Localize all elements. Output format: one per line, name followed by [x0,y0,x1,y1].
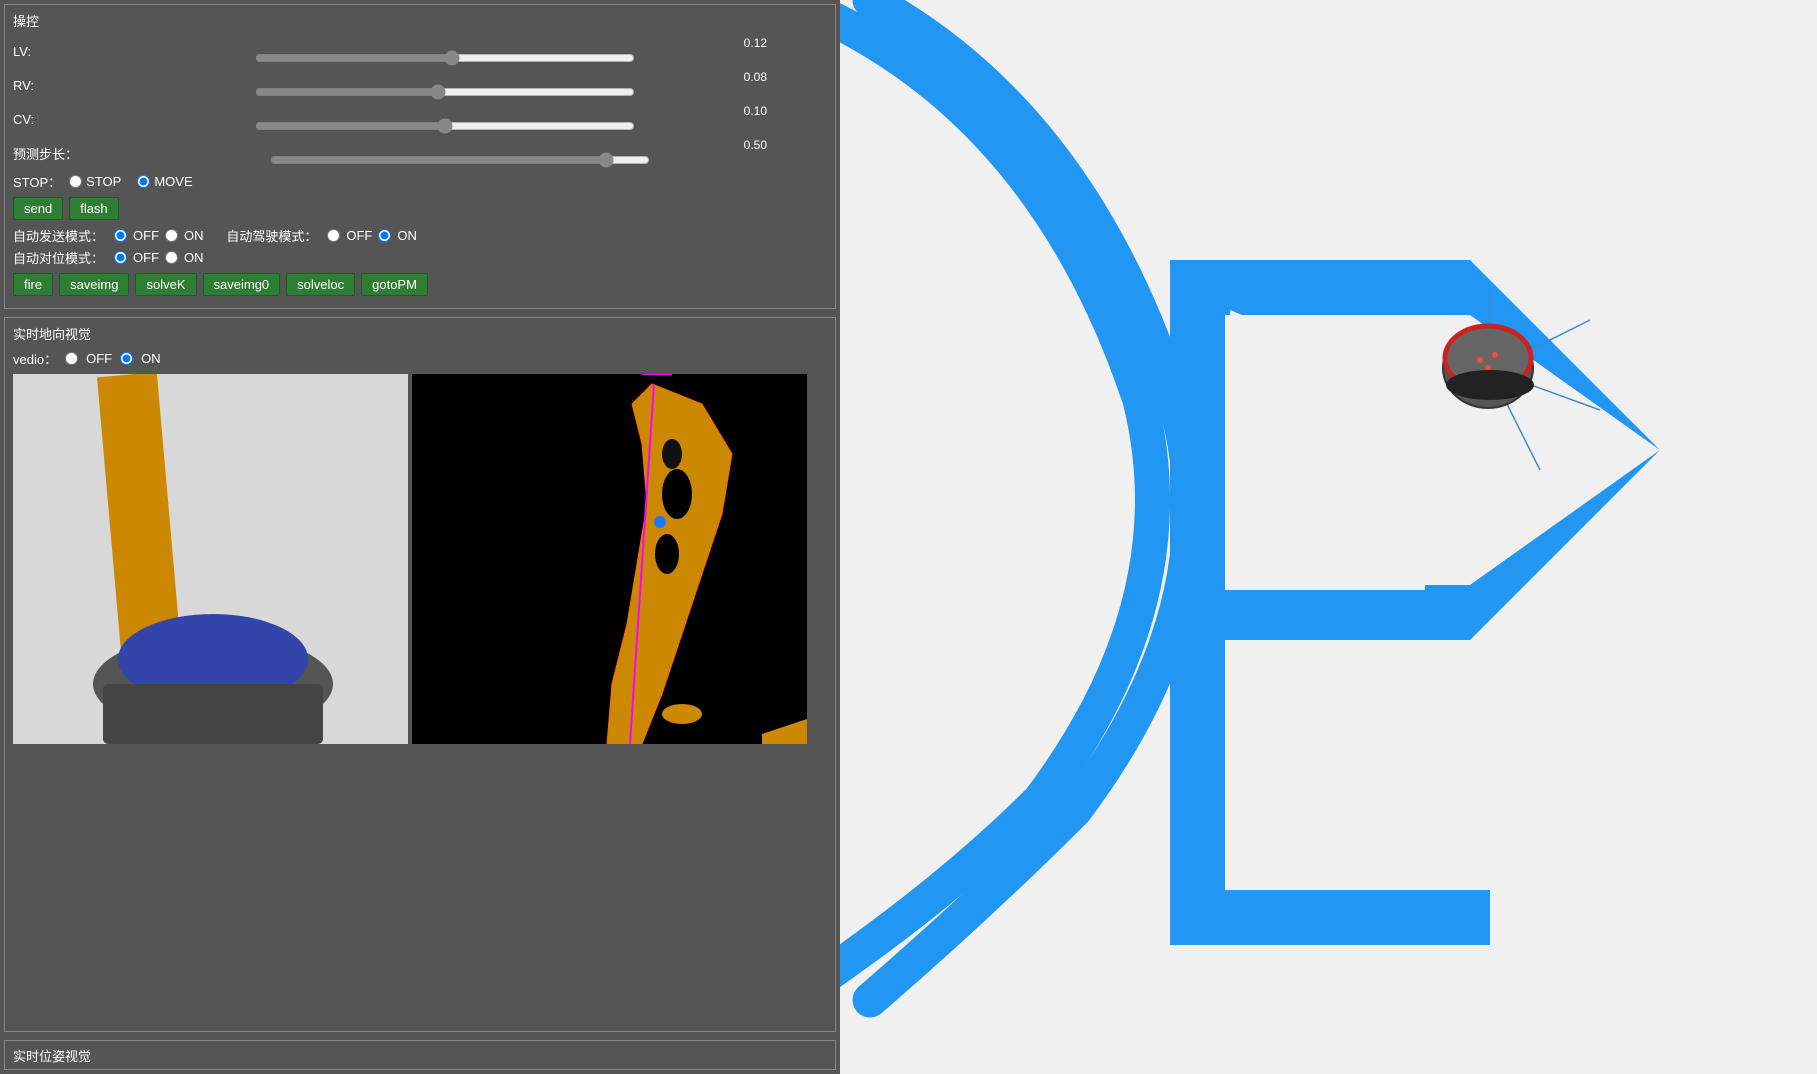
scene-svg [840,0,1817,1074]
auto-drive-off-radio[interactable] [327,229,340,242]
predict-label: 预测步长： [13,144,93,163]
camera-svg [13,374,408,744]
auto-pos-off-radio[interactable] [114,251,127,264]
auto-pos-on-label[interactable]: ON [184,250,204,265]
stop-option-label[interactable]: STOP [86,174,121,189]
auto-pos-row: 自动对位模式： OFF ON [13,248,827,267]
lv-slider[interactable] [255,50,635,66]
video-frames [13,374,827,744]
auto-drive-on-radio[interactable] [378,229,391,242]
cv-slider[interactable] [255,118,635,134]
vedio-on-radio[interactable] [120,352,133,365]
rv-label: RV: [13,78,63,93]
cv-row: CV: 0.10 [13,104,827,134]
stop-move-row: STOP： STOP MOVE [13,172,827,191]
auto-drive-off-label[interactable]: OFF [346,228,372,243]
bottom-label: 实时位姿视觉 [13,1046,91,1065]
right-panel [840,0,1817,1074]
rv-row: RV: 0.08 [13,70,827,100]
stop-radio[interactable] [69,175,82,188]
video-title: 实时地向视觉 [13,324,827,343]
scene-container [840,0,1817,1074]
rv-value: 0.08 [744,70,767,84]
solvek-button[interactable]: solveK [135,273,196,296]
fire-button[interactable]: fire [13,273,53,296]
predict-slider[interactable] [270,152,650,168]
rv-slider-container: 0.08 [63,70,827,100]
move-radio-group: MOVE [137,174,192,189]
bottom-section: 实时位姿视觉 [4,1040,836,1070]
lv-label: LV: [13,44,63,59]
saveimg0-button[interactable]: saveimg0 [203,273,281,296]
left-panel: 操控 LV: 0.12 RV: 0.08 CV: 0.10 [0,0,840,1074]
action-btn-row: fire saveimg solveK saveimg0 solveloc go… [13,273,827,296]
cv-slider-container: 0.10 [63,104,827,134]
camera-frame [13,374,408,744]
move-option-label[interactable]: MOVE [154,174,192,189]
stop-label: STOP： [13,172,61,191]
saveimg-button[interactable]: saveimg [59,273,129,296]
lv-row: LV: 0.12 [13,36,827,66]
camera-view [13,374,408,744]
auto-send-on-label[interactable]: ON [184,228,204,243]
processed-view [412,374,807,744]
vedio-off-label[interactable]: OFF [86,351,112,366]
auto-send-label: 自动发送模式： [13,226,104,245]
control-section: 操控 LV: 0.12 RV: 0.08 CV: 0.10 [4,4,836,309]
predict-row: 预测步长： 0.50 [13,138,827,168]
auto-drive-label: 自动驾驶模式： [226,226,317,245]
cv-value: 0.10 [744,104,767,118]
predict-slider-container: 0.50 [93,138,827,168]
video-section: 实时地向视觉 vedio： OFF ON [4,317,836,1032]
predict-value: 0.50 [744,138,767,152]
lv-slider-container: 0.12 [63,36,827,66]
auto-drive-on-label[interactable]: ON [397,228,417,243]
solveloc-button[interactable]: solveloc [286,273,355,296]
gotopm-button[interactable]: gotoPM [361,273,428,296]
auto-send-off-radio[interactable] [114,229,127,242]
processed-frame [412,374,807,744]
auto-send-on-radio[interactable] [165,229,178,242]
send-flash-row: send flash [13,197,827,220]
auto-pos-on-radio[interactable] [165,251,178,264]
move-radio[interactable] [137,175,150,188]
control-title: 操控 [13,11,827,30]
vedio-on-label[interactable]: ON [141,351,161,366]
vedio-label: vedio： [13,349,57,368]
auto-pos-off-label[interactable]: OFF [133,250,159,265]
auto-send-off-label[interactable]: OFF [133,228,159,243]
flash-button[interactable]: flash [69,197,118,220]
send-button[interactable]: send [13,197,63,220]
rv-slider[interactable] [255,84,635,100]
video-controls: vedio： OFF ON [13,349,827,368]
auto-send-row: 自动发送模式： OFF ON 自动驾驶模式： OFF ON [13,226,827,245]
cv-label: CV: [13,112,63,127]
processed-svg [412,374,807,744]
stop-radio-group: STOP [69,174,121,189]
vedio-off-radio[interactable] [65,352,78,365]
lv-value: 0.12 [744,36,767,50]
auto-pos-label: 自动对位模式： [13,248,104,267]
